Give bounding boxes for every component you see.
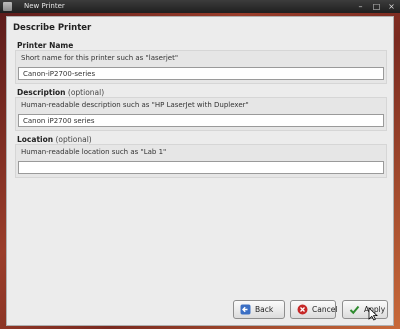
mouse-cursor-icon (368, 307, 378, 321)
printer-name-hint: Short name for this printer such as "las… (21, 54, 179, 62)
close-icon[interactable]: × (387, 2, 396, 11)
minimize-icon[interactable]: – (356, 2, 365, 11)
location-field[interactable] (18, 161, 384, 174)
back-button-label: Back (255, 305, 274, 314)
printer-name-label: Printer Name (17, 41, 73, 50)
new-printer-window: New Printer – □ × Describe Printer Print… (0, 0, 400, 329)
description-field[interactable] (18, 114, 384, 127)
cancel-button[interactable]: Cancel (290, 300, 338, 319)
description-hint: Human-readable description such as "HP L… (21, 101, 249, 109)
cancel-button-label: Cancel (312, 305, 338, 314)
maximize-icon[interactable]: □ (372, 2, 381, 11)
page-title: Describe Printer (13, 23, 92, 33)
printer-name-field[interactable] (18, 67, 384, 80)
location-label-text: Location (17, 135, 54, 144)
description-label-text: Description (17, 88, 66, 97)
window-title: New Printer (24, 2, 65, 10)
checkmark-icon (349, 305, 360, 315)
title-bar[interactable]: New Printer – □ × (0, 0, 400, 13)
description-optional: (optional) (67, 88, 105, 97)
location-optional: (optional) (55, 135, 92, 144)
printer-app-icon (3, 2, 12, 11)
apply-button[interactable]: Apply (342, 300, 388, 319)
location-hint: Human-readable location such as "Lab 1" (21, 148, 167, 156)
location-label: Location (optional) (17, 135, 92, 144)
printer-name-label-text: Printer Name (17, 41, 74, 50)
dialog-content: Describe Printer Printer Name Short name… (6, 16, 394, 326)
back-button[interactable]: Back (233, 300, 285, 319)
description-label: Description (optional) (17, 88, 104, 97)
arrow-left-icon (240, 304, 251, 315)
cancel-icon (297, 304, 308, 315)
